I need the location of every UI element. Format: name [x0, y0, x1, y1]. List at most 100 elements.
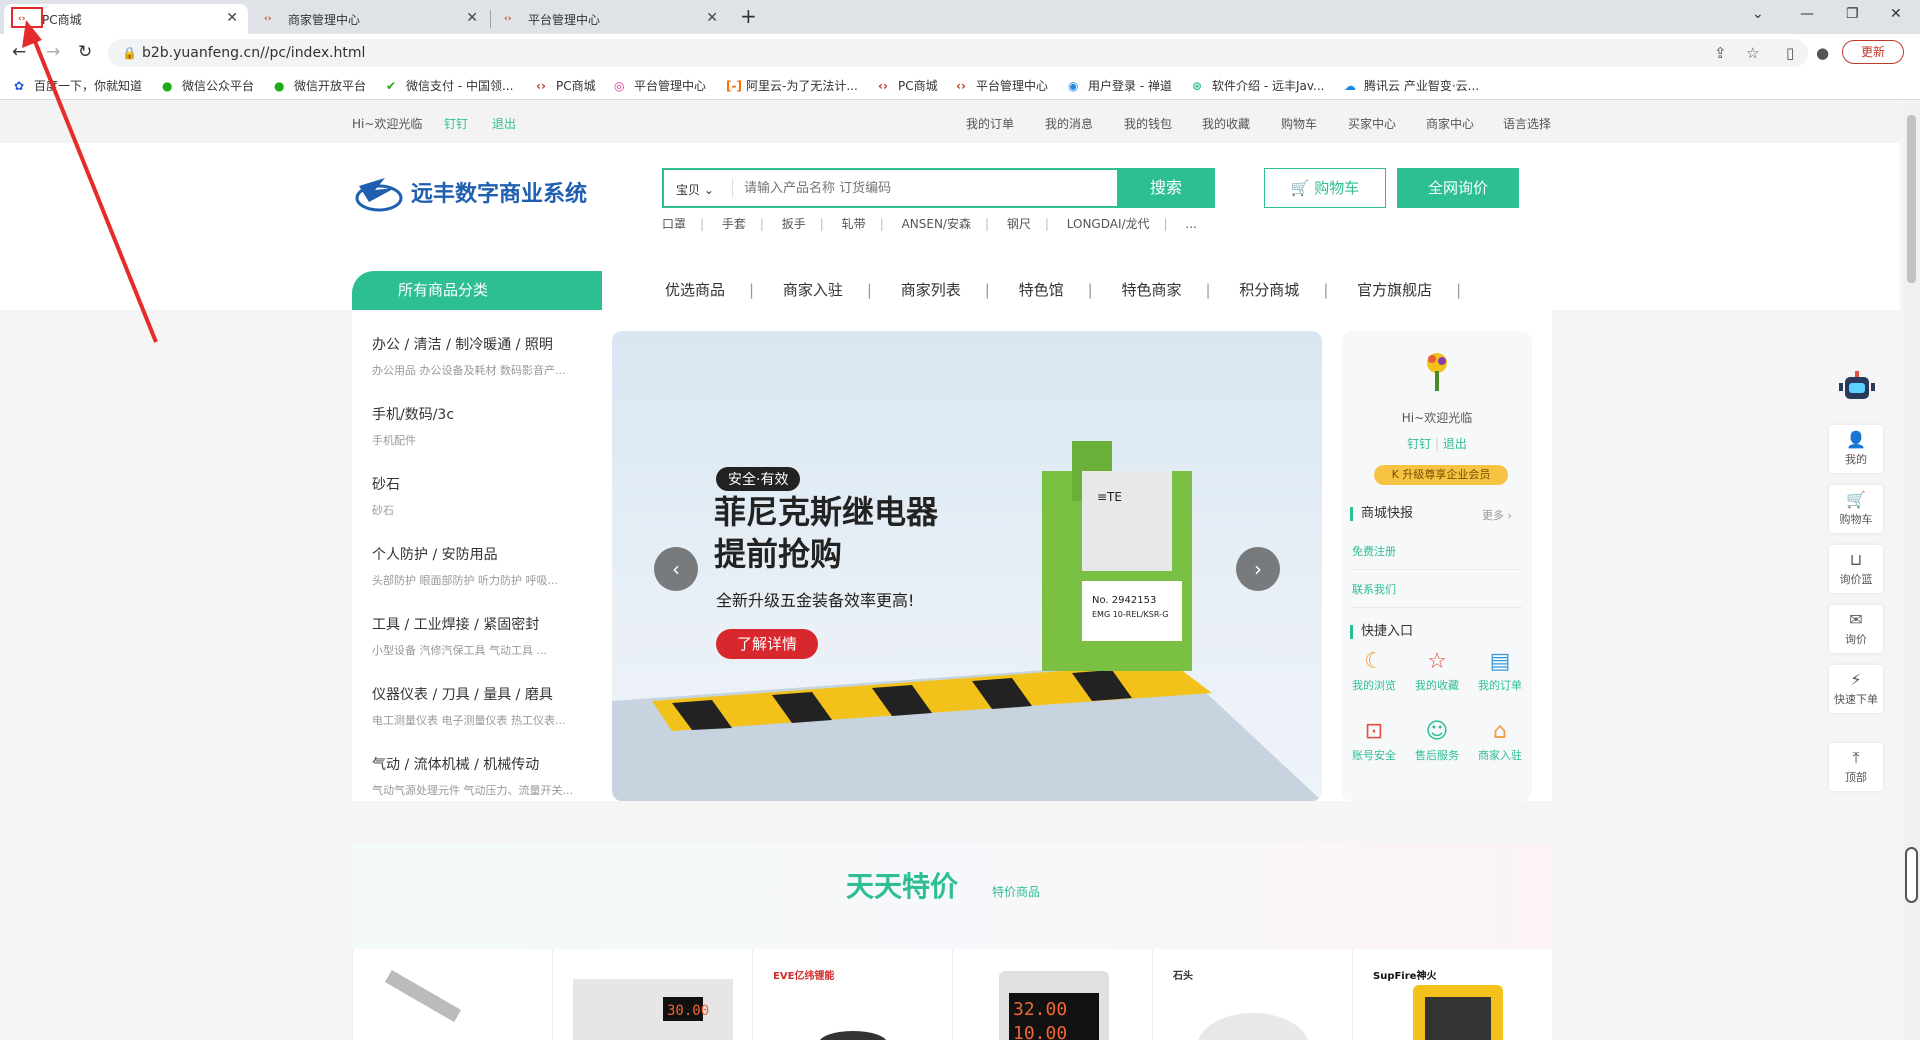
hotword[interactable]: 口罩: [662, 217, 686, 231]
quick-entry-orders[interactable]: ▤ 我的订单: [1472, 647, 1528, 693]
top-dingding-link[interactable]: 钉钉: [444, 115, 468, 132]
top-link-orders[interactable]: 我的订单: [966, 115, 1014, 132]
scrollbar-thumb[interactable]: [1907, 115, 1916, 283]
share-icon[interactable]: ⇪: [1714, 44, 1727, 62]
close-icon[interactable]: ✕: [466, 10, 478, 26]
category-item[interactable]: 仪器仪表 / 刀具 / 量具 / 磨具 电工测量仪表 电子测量仪表 热工仪表...: [372, 684, 592, 728]
bookmark-item[interactable]: ‹› PC商城: [536, 77, 596, 94]
top-logout-link[interactable]: 退出: [492, 115, 516, 132]
window-close-icon[interactable]: ✕: [1890, 6, 1902, 22]
bookmark-star-icon[interactable]: ☆: [1746, 44, 1759, 62]
hotword[interactable]: LONGDAI/龙代: [1067, 217, 1150, 231]
inquiry-button[interactable]: 全网询价: [1397, 168, 1519, 208]
bookmark-item[interactable]: [-] 阿里云-为了无法计...: [726, 77, 858, 94]
toolbar-mine[interactable]: 👤 我的: [1829, 425, 1883, 473]
quick-entry-favorites[interactable]: ☆ 我的收藏: [1409, 647, 1465, 693]
quick-entry-security[interactable]: ⊡ 账号安全: [1346, 717, 1402, 763]
top-link-messages[interactable]: 我的消息: [1045, 115, 1093, 132]
product-card[interactable]: EVE亿纬锂能: [752, 949, 952, 1040]
top-link-buyer-center[interactable]: 买家中心: [1348, 115, 1396, 132]
toolbar-top[interactable]: ⤒ 顶部: [1829, 743, 1883, 791]
nav-item[interactable]: 官方旗舰店: [1357, 271, 1432, 310]
top-link-wallet[interactable]: 我的钱包: [1124, 115, 1172, 132]
forward-icon[interactable]: →: [46, 42, 60, 62]
restore-icon[interactable]: ❐: [1846, 6, 1859, 22]
site-logo[interactable]: 远丰数字商业系统: [355, 172, 587, 212]
page-scrollbar[interactable]: [1903, 101, 1920, 1040]
news-item[interactable]: 联系我们: [1352, 581, 1522, 608]
bookmark-item[interactable]: ● 微信开放平台: [274, 77, 366, 94]
category-item[interactable]: 办公 / 清洁 / 制冷暖通 / 照明 办公用品 办公设备及耗材 数码影音产...: [372, 334, 592, 378]
reload-icon[interactable]: ↻: [78, 42, 92, 62]
cart-button[interactable]: 🛒 购物车: [1264, 168, 1386, 208]
bookmark-item[interactable]: ● 微信公众平台: [162, 77, 254, 94]
product-card[interactable]: SupFire神火: [1352, 949, 1552, 1040]
tab-search-icon[interactable]: ⌄: [1752, 6, 1764, 22]
close-icon[interactable]: ✕: [226, 10, 238, 26]
vip-upgrade-button[interactable]: K 升级尊享企业会员: [1374, 465, 1508, 485]
search-button[interactable]: 搜索: [1117, 168, 1215, 208]
product-card[interactable]: 32.00 10.00: [952, 949, 1152, 1040]
toolbar-inquiry[interactable]: ✉ 询价: [1829, 605, 1883, 653]
panel-logout-link[interactable]: 退出: [1443, 437, 1467, 451]
bookmark-item[interactable]: ‹› 平台管理中心: [956, 77, 1048, 94]
bookmark-item[interactable]: ◉ 用户登录 - 禅道: [1068, 77, 1172, 94]
bookmark-item[interactable]: ✔ 微信支付 - 中国领...: [386, 77, 513, 94]
panel-dingding-link[interactable]: 钉钉: [1407, 437, 1431, 451]
search-input[interactable]: [744, 170, 1114, 206]
banner-detail-button[interactable]: 了解详情: [716, 629, 818, 659]
bookmark-item[interactable]: ⊛ 软件介绍 - 远丰Jav...: [1192, 77, 1324, 94]
quick-entry-service[interactable]: ☺ 售后服务: [1409, 717, 1465, 763]
nav-item[interactable]: 商家列表: [901, 271, 961, 310]
hero-banner[interactable]: No. 2942153 EMG 10-REL/KSR-G ≡TE 安全·有效 菲…: [612, 331, 1322, 801]
hotword[interactable]: 钢尺: [1007, 217, 1031, 231]
avatar[interactable]: [1420, 349, 1454, 393]
hotword[interactable]: 手套: [722, 217, 746, 231]
url-field[interactable]: 🔒 b2b.yuanfeng.cn//pc/index.html: [108, 39, 1808, 67]
nav-item[interactable]: 优选商品: [665, 271, 725, 310]
back-icon[interactable]: ←: [12, 42, 26, 62]
news-more-link[interactable]: 更多 ›: [1482, 507, 1512, 523]
nav-item[interactable]: 特色馆: [1019, 271, 1064, 310]
new-tab-icon[interactable]: +: [740, 4, 757, 28]
category-item[interactable]: 工具 / 工业焊接 / 紧固密封 小型设备 汽修汽保工具 气动工具 ...: [372, 614, 592, 658]
nav-item[interactable]: 积分商城: [1239, 271, 1299, 310]
top-link-language[interactable]: 语言选择: [1503, 115, 1551, 132]
minimize-icon[interactable]: —: [1800, 6, 1814, 22]
profile-icon[interactable]: ●: [1816, 44, 1829, 62]
search-scope-select[interactable]: 宝贝 ⌄: [676, 181, 714, 198]
quick-entry-browse[interactable]: ☾ 我的浏览: [1346, 647, 1402, 693]
nav-item[interactable]: 商家入驻: [783, 271, 843, 310]
close-icon[interactable]: ✕: [706, 10, 718, 26]
bookmark-item[interactable]: ◎ 平台管理中心: [614, 77, 706, 94]
bookmark-item[interactable]: ☁ 腾讯云 产业智变·云...: [1344, 77, 1479, 94]
top-link-seller-center[interactable]: 商家中心: [1426, 115, 1474, 132]
chevron-left-icon[interactable]: ‹: [654, 547, 698, 591]
toolbar-quick-order[interactable]: ⚡ 快速下单: [1829, 665, 1883, 713]
news-item[interactable]: 免费注册: [1352, 543, 1522, 570]
product-card[interactable]: 30.00: [552, 949, 752, 1040]
category-item[interactable]: 个人防护 / 安防用品 头部防护 眼面部防护 听力防护 呼吸...: [372, 544, 592, 588]
hotword-more[interactable]: ...: [1185, 217, 1196, 231]
toolbar-basket[interactable]: ⊔ 询价篮: [1829, 545, 1883, 593]
category-item[interactable]: 气动 / 流体机械 / 机械传动 气动气源处理元件 气动压力、流量开关...: [372, 754, 592, 798]
robot-assistant-icon[interactable]: [1837, 371, 1877, 403]
deals-subtitle[interactable]: 特价商品: [992, 883, 1040, 900]
tab-platform-center[interactable]: ‹› 平台管理中心 ✕: [490, 4, 728, 34]
toolbar-cart[interactable]: 🛒 购物车: [1829, 485, 1883, 533]
hotword[interactable]: ANSEN/安森: [902, 217, 971, 231]
nav-item[interactable]: 特色商家: [1121, 271, 1181, 310]
product-card[interactable]: [352, 949, 552, 1040]
update-button[interactable]: 更新: [1842, 40, 1904, 64]
top-link-cart[interactable]: 购物车: [1281, 115, 1317, 132]
all-categories-tab[interactable]: 所有商品分类: [352, 271, 602, 310]
product-card[interactable]: 石头: [1152, 949, 1352, 1040]
quick-entry-merchant[interactable]: ⌂ 商家入驻: [1472, 717, 1528, 763]
category-item[interactable]: 砂石 砂石: [372, 474, 592, 518]
top-link-favorites[interactable]: 我的收藏: [1202, 115, 1250, 132]
side-panel-icon[interactable]: ▯: [1786, 44, 1794, 62]
bookmark-item[interactable]: ‹› PC商城: [878, 77, 938, 94]
hotword[interactable]: 轧带: [842, 217, 866, 231]
tab-merchant-center[interactable]: ‹› 商家管理中心 ✕: [250, 4, 488, 34]
hotword[interactable]: 扳手: [782, 217, 806, 231]
